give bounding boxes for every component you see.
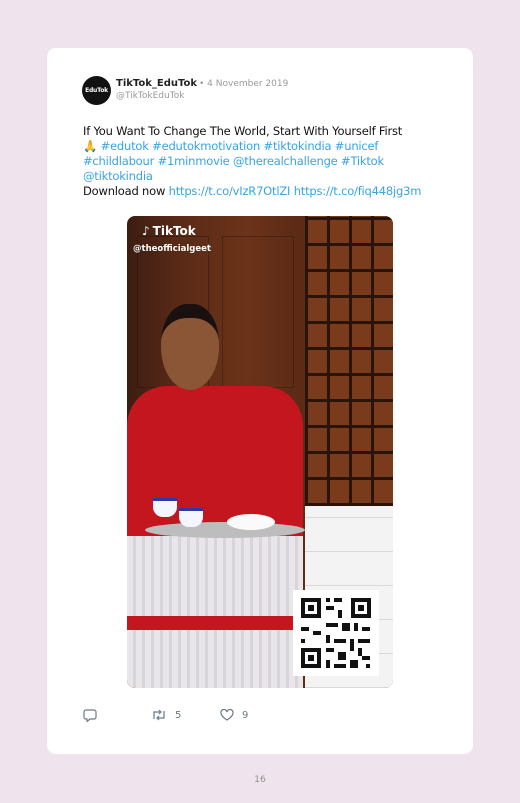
tweet-link-2[interactable]: https://t.co/fiq448jg3m — [294, 184, 422, 198]
video-media[interactable]: ♪ TikTok @theofficialgeet — [127, 216, 393, 688]
girl-skirt — [127, 536, 303, 688]
tiktok-logo: ♪ TikTok — [142, 224, 196, 238]
teacup — [179, 508, 203, 527]
tweet-actions: 5 9 — [83, 709, 283, 729]
hashtag-line[interactable]: #childlabour #1minmovie @therealchalleng… — [83, 154, 453, 169]
reply-button[interactable] — [83, 709, 105, 722]
creator-handle: @theofficialgeet — [133, 244, 211, 254]
user-handle[interactable]: @TikTokEduTok — [116, 91, 184, 101]
snack-plate — [227, 514, 275, 530]
tweet-card: EduTok TikTok_EduTok • 4 November 2019 @… — [47, 48, 473, 754]
tweet-text-line: If You Want To Change The World, Start W… — [83, 124, 403, 138]
retweet-count: 5 — [175, 709, 182, 721]
tweet-date: • 4 November 2019 — [199, 79, 289, 89]
like-button[interactable]: 9 — [220, 709, 248, 721]
tweet-text: If You Want To Change The World, Start W… — [83, 124, 453, 199]
display-name[interactable]: TikTok_EduTok — [116, 78, 197, 89]
like-count: 9 — [242, 709, 249, 721]
window-grille — [305, 216, 393, 506]
tiktok-note-icon: ♪ — [142, 224, 150, 238]
hashtag-line[interactable]: 🙏 #edutok #edutokmotivation #tiktokindia… — [83, 139, 453, 154]
girl-head — [161, 304, 219, 390]
tiktok-brand: TikTok — [152, 224, 196, 238]
retweet-icon — [153, 709, 165, 721]
page-number: 16 — [254, 775, 266, 785]
serving-tray — [145, 522, 305, 538]
retweet-button[interactable]: 5 — [151, 709, 181, 721]
skirt-band — [127, 616, 303, 630]
download-label: Download now — [83, 184, 166, 198]
door-panel — [222, 236, 294, 388]
mention-link[interactable]: @tiktokindia — [83, 169, 453, 184]
qr-code-icon[interactable] — [293, 590, 379, 676]
teacup — [153, 498, 177, 517]
heart-icon — [220, 709, 234, 721]
avatar[interactable]: EduTok — [82, 76, 111, 105]
download-line: Download now https://t.co/vIzR7OtlZI htt… — [83, 184, 453, 199]
reply-icon — [83, 709, 97, 722]
avatar-text: EduTok — [85, 87, 108, 94]
tweet-link-1[interactable]: https://t.co/vIzR7OtlZI — [169, 184, 291, 198]
